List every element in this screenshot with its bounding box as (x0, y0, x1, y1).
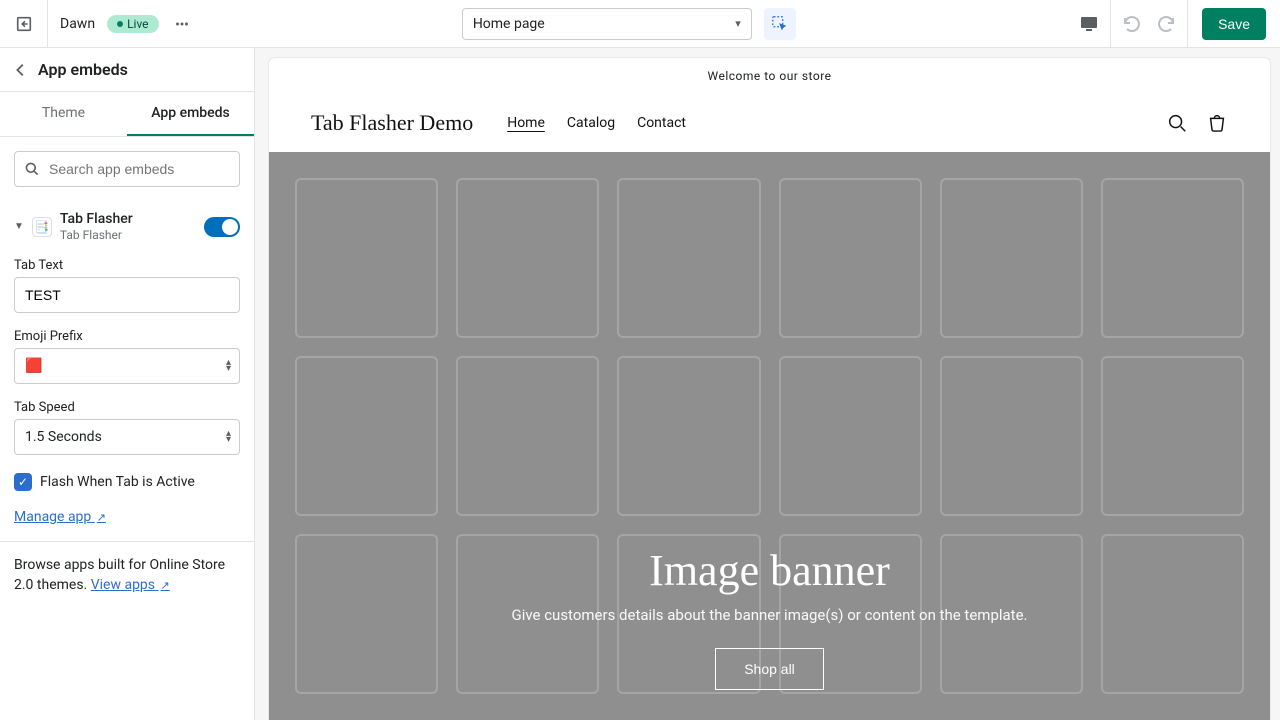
redo-button[interactable] (1149, 0, 1187, 48)
flash-active-label: Flash When Tab is Active (40, 474, 195, 490)
select-caret-icon: ▴▾ (226, 360, 231, 372)
site-nav: Home Catalog Contact (507, 115, 686, 131)
sidebar-header: App embeds (0, 48, 254, 92)
view-apps-link[interactable]: View apps ↗ (91, 577, 170, 593)
external-link-icon: ↗ (97, 511, 106, 524)
search-icon (24, 161, 40, 177)
exit-editor-button[interactable] (0, 0, 48, 48)
search-app-embeds-input[interactable] (14, 151, 240, 187)
hero-cta-button[interactable]: Shop all (715, 648, 824, 690)
cart-icon (1206, 112, 1228, 134)
exit-icon (15, 15, 33, 33)
top-bar: Dawn Live Home page Save (0, 0, 1280, 48)
emoji-prefix-label: Emoji Prefix (14, 329, 240, 344)
search-icon (1166, 112, 1188, 134)
inspector-icon (771, 15, 789, 33)
theme-name: Dawn (48, 16, 107, 32)
site-logo[interactable]: Tab Flasher Demo (311, 110, 473, 136)
hero-title: Image banner (649, 545, 890, 596)
page-select-value: Home page (473, 16, 545, 32)
tab-theme[interactable]: Theme (0, 92, 127, 136)
expand-caret[interactable]: ▼ (14, 221, 24, 232)
announcement-bar: Welcome to our store (269, 58, 1270, 94)
nav-contact[interactable]: Contact (637, 115, 686, 131)
external-link-icon: ↗ (161, 579, 170, 592)
sidebar-footer: Browse apps built for Online Store 2.0 t… (0, 541, 254, 609)
sidebar-title: App embeds (38, 60, 128, 79)
page-template-select[interactable]: Home page (462, 8, 752, 40)
hero-banner: Image banner Give customers details abou… (269, 152, 1270, 720)
manage-app-link[interactable]: Manage app ↗ (14, 509, 106, 525)
store-preview: Welcome to our store Tab Flasher Demo Ho… (269, 58, 1270, 720)
undo-redo-group (1111, 0, 1188, 48)
back-button[interactable] (12, 61, 30, 79)
app-embed-toggle[interactable] (204, 217, 240, 237)
nav-catalog[interactable]: Catalog (567, 115, 615, 131)
tab-speed-select[interactable]: 1.5 Seconds ▴▾ (14, 419, 240, 455)
sidebar: App embeds Theme App embeds ▼ 📑 Tab Flas… (0, 48, 255, 720)
app-embed-name: Tab Flasher (60, 211, 196, 228)
undo-icon (1120, 14, 1140, 34)
nav-home[interactable]: Home (507, 115, 545, 131)
undo-button[interactable] (1111, 0, 1149, 48)
more-actions-button[interactable] (173, 15, 191, 33)
app-embed-item: ▼ 📑 Tab Flasher Tab Flasher (0, 201, 254, 252)
site-search-button[interactable] (1166, 112, 1188, 134)
app-icon: 📑 (32, 217, 52, 237)
app-embed-vendor: Tab Flasher (60, 228, 196, 242)
topbar-left: Dawn Live (0, 0, 191, 47)
site-header: Tab Flasher Demo Home Catalog Contact (269, 94, 1270, 152)
live-status-badge: Live (107, 15, 158, 33)
chevron-left-icon (12, 61, 30, 79)
section-inspector-button[interactable] (764, 8, 796, 40)
preview-canvas: Welcome to our store Tab Flasher Demo Ho… (255, 48, 1280, 720)
site-cart-button[interactable] (1206, 112, 1228, 134)
redo-icon (1158, 14, 1178, 34)
topbar-center: Home page (191, 8, 1068, 40)
topbar-right: Save (1067, 0, 1280, 47)
emoji-prefix-select[interactable]: 🟥 ▴▾ (14, 348, 240, 384)
tab-text-input[interactable] (14, 277, 240, 313)
flash-active-checkbox[interactable]: ✓ (14, 473, 32, 491)
desktop-preview-button[interactable] (1067, 0, 1111, 48)
tab-text-label: Tab Text (14, 258, 240, 273)
hero-placeholder-pattern (269, 152, 1270, 720)
select-caret-icon: ▴▾ (226, 431, 231, 443)
sidebar-tabs: Theme App embeds (0, 92, 254, 137)
hero-subtitle: Give customers details about the banner … (511, 606, 1027, 624)
dots-horizontal-icon (173, 15, 191, 33)
tab-app-embeds[interactable]: App embeds (127, 92, 254, 136)
tab-speed-label: Tab Speed (14, 400, 240, 415)
save-button[interactable]: Save (1202, 8, 1266, 40)
desktop-icon (1079, 14, 1099, 34)
